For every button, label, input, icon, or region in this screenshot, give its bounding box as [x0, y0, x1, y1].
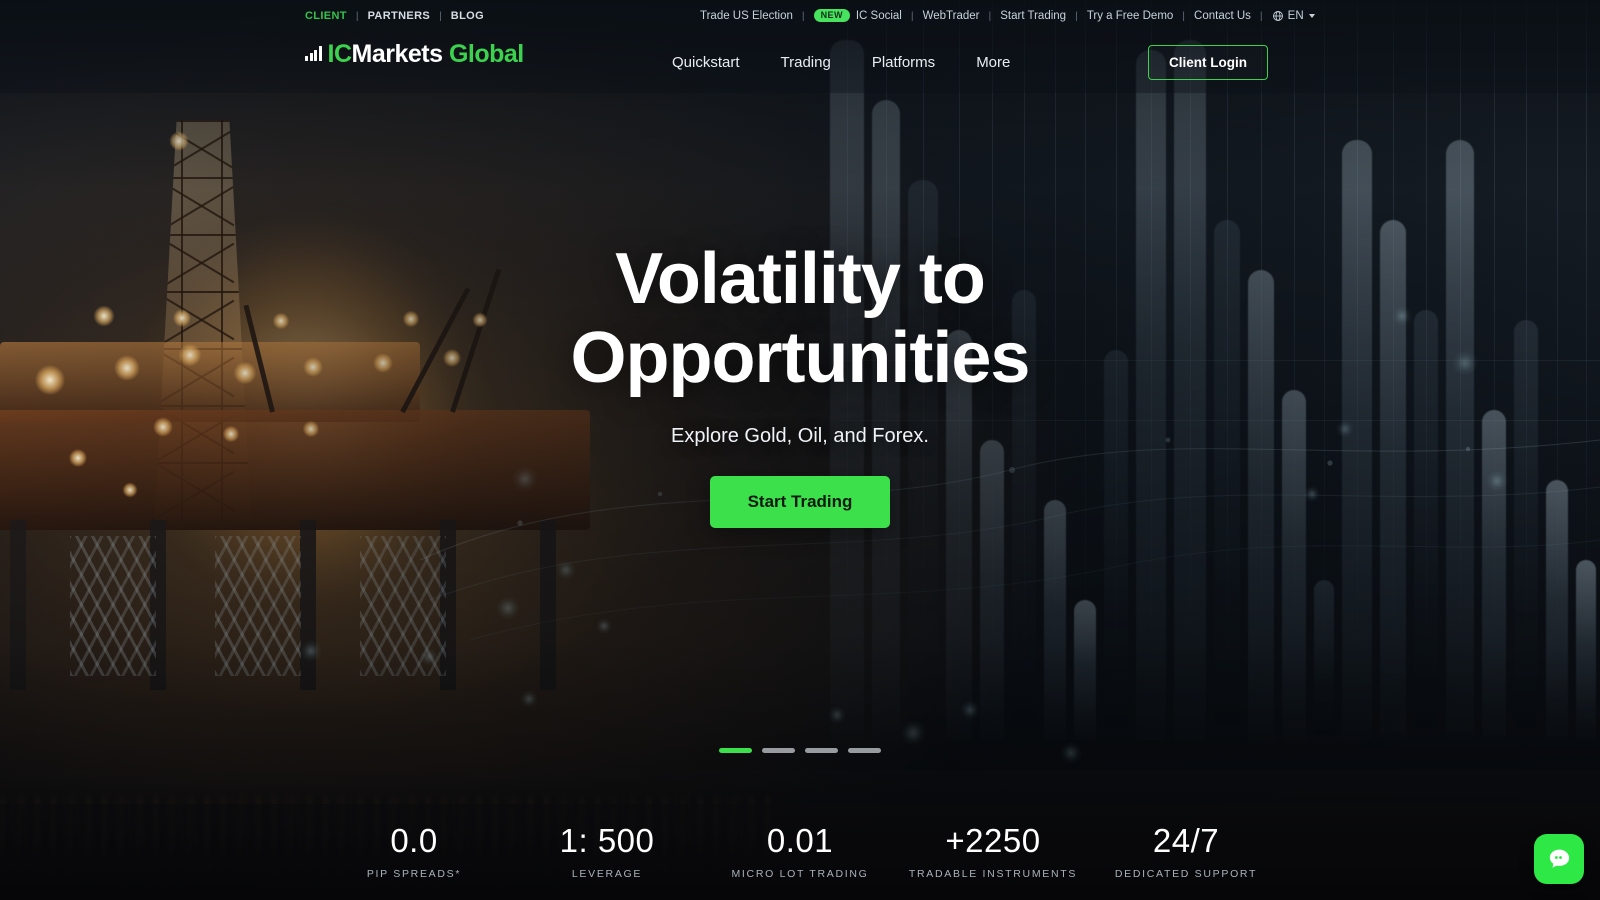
language-selector[interactable]: EN [1272, 10, 1315, 22]
nav-item-platforms[interactable]: Platforms [872, 54, 935, 71]
main-header: ICMarkets Global Quickstart Trading Platfo… [0, 31, 1600, 93]
nav-item-more[interactable]: More [976, 54, 1010, 71]
client-login-button[interactable]: Client Login [1148, 45, 1268, 80]
utility-link-label: Start Trading [1000, 9, 1067, 22]
utility-link-label: Trade US Election [700, 9, 793, 22]
utility-separator: | [439, 9, 442, 22]
utility-bar-left-links: CLIENT | PARTNERS | BLOG [305, 10, 484, 22]
utility-separator: | [988, 9, 992, 22]
chat-widget-button[interactable] [1534, 834, 1584, 884]
utility-link-try-a-free-demo[interactable]: Try a Free Demo [1087, 10, 1173, 22]
carousel-indicators [0, 748, 1600, 753]
carousel-dot-4[interactable] [848, 748, 881, 753]
site-logo[interactable]: ICMarkets Global [305, 42, 524, 67]
hero-section: Volatility to Opportunities Explore Gold… [0, 239, 1600, 529]
stat-item: 0.0 PIP SPREADS* [318, 824, 511, 880]
utility-link-label: WebTrader [922, 9, 980, 22]
stat-label: MICRO LOT TRADING [731, 868, 869, 880]
hero-title-line-2: Opportunities [570, 318, 1031, 399]
stat-value: 1: 500 [559, 822, 655, 859]
page-title: Volatility to Opportunities [570, 239, 1031, 399]
stat-value: 24/7 [1152, 822, 1220, 859]
carousel-dot-3[interactable] [805, 748, 838, 753]
new-badge: NEW [813, 9, 850, 22]
hero-title-line-1: Volatility to [615, 239, 986, 319]
stat-item: 24/7 DEDICATED SUPPORT [1090, 824, 1283, 880]
utility-link-webtrader[interactable]: WebTrader [923, 10, 980, 22]
nav-item-quickstart[interactable]: Quickstart [672, 54, 740, 71]
language-label: EN [1287, 9, 1304, 22]
utility-separator: | [910, 9, 914, 22]
utility-separator: | [1182, 9, 1186, 22]
stat-item: 0.01 MICRO LOT TRADING [704, 824, 897, 880]
utility-separator: | [1259, 9, 1263, 22]
nav-item-trading[interactable]: Trading [781, 54, 831, 71]
utility-separator: | [355, 9, 359, 22]
carousel-dot-1[interactable] [719, 748, 752, 753]
utility-bar-right-links: Trade US Election | NEW IC Social | WebTrader… [700, 9, 1315, 22]
stat-item: 1: 500 LEVERAGE [511, 824, 704, 880]
stat-value: +2250 [945, 822, 1041, 859]
stat-value: 0.0 [390, 822, 438, 859]
utility-bar: CLIENT | PARTNERS | BLOG Trade US Election | N… [0, 0, 1600, 31]
utility-separator: | [1075, 9, 1078, 22]
utility-link-contact-us[interactable]: Contact Us [1194, 10, 1251, 22]
start-trading-button[interactable]: Start Trading [709, 476, 891, 529]
stat-label: PIP SPREADS* [366, 868, 462, 880]
utility-link-label: Contact Us [1194, 9, 1251, 22]
stats-bar: 0.0 PIP SPREADS* 1: 500 LEVERAGE 0.01 MICRO L… [0, 804, 1600, 900]
bar-chart-icon [305, 46, 322, 61]
stat-label: DEDICATED SUPPORT [1114, 868, 1258, 880]
page-root: CLIENT | PARTNERS | BLOG Trade US Election | N… [0, 0, 1600, 900]
globe-icon [1272, 10, 1283, 21]
chat-bubble-icon [1549, 849, 1569, 868]
stat-label: LEVERAGE [571, 868, 643, 880]
utility-separator: | [801, 9, 805, 22]
stat-item: +2250 TRADABLE INSTRUMENTS [897, 824, 1090, 880]
carousel-dot-2[interactable] [762, 748, 795, 753]
hero-subtitle: Explore Gold, Oil, and Forex. [671, 425, 929, 448]
utility-link-label: IC Social [855, 9, 902, 22]
stat-value: 0.01 [766, 822, 834, 859]
logo-text-ic: IC [327, 40, 353, 68]
chevron-down-icon [1308, 13, 1315, 18]
utility-link-blog[interactable]: BLOG [451, 10, 484, 22]
utility-link-partners[interactable]: PARTNERS [368, 10, 431, 22]
primary-navigation: Quickstart Trading Platforms More [672, 31, 1010, 93]
utility-link-label: Try a Free Demo [1086, 9, 1174, 22]
utility-link-ic-social[interactable]: NEW IC Social [813, 9, 902, 22]
logo-text-markets: Markets [351, 40, 444, 68]
stat-label: TRADABLE INSTRUMENTS [908, 868, 1078, 880]
utility-link-client[interactable]: CLIENT [305, 10, 347, 22]
utility-link-trade-us-election[interactable]: Trade US Election [700, 10, 793, 22]
logo-text-global: Global [448, 40, 524, 68]
utility-link-start-trading[interactable]: Start Trading [1000, 10, 1066, 22]
